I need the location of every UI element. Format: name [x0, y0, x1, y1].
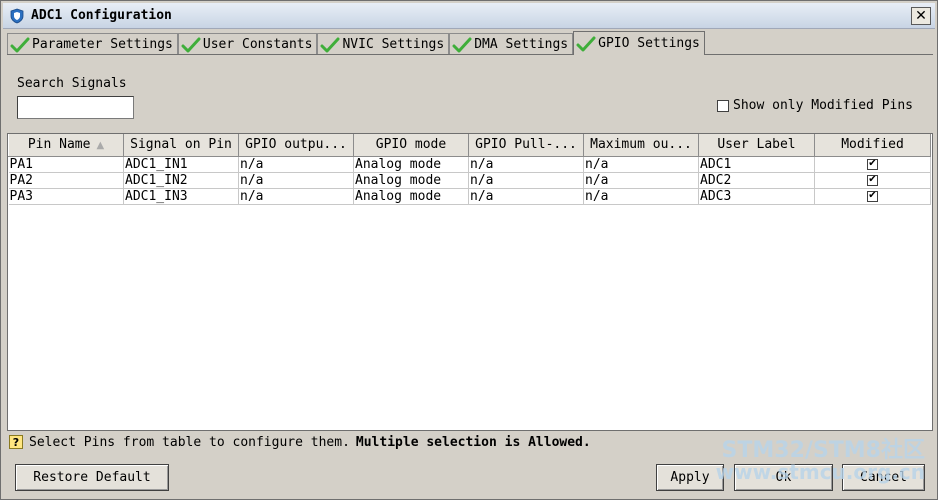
cell-gpio-output: n/a [238, 172, 354, 189]
app-shield-icon [10, 8, 24, 24]
tab-user-constants[interactable]: User Constants [177, 33, 318, 55]
cell-modified: ✔ [814, 188, 931, 205]
ok-button[interactable]: Ok [734, 464, 833, 491]
green-check-icon [452, 37, 472, 52]
cell-pin-name: PA3 [8, 188, 124, 205]
column-header-gpio-mode[interactable]: GPIO mode [353, 134, 469, 157]
restore-default-button[interactable]: Restore Default [15, 464, 169, 491]
cell-modified: ✔ [814, 156, 931, 173]
column-header-signal[interactable]: Signal on Pin [123, 134, 239, 157]
cancel-button[interactable]: Cancel [842, 464, 925, 491]
apply-button[interactable]: Apply [656, 464, 724, 491]
show-modified-checkbox[interactable] [717, 99, 729, 112]
sort-ascending-icon: ▲ [96, 140, 105, 152]
cell-user-label: ADC1 [698, 156, 815, 173]
cell-gpio-mode: Analog mode [353, 188, 469, 205]
cell-gpio-pull: n/a [468, 188, 584, 205]
modified-checkbox: ✔ [867, 190, 878, 202]
hint-text: Select Pins from table to configure them… [29, 434, 350, 450]
column-header-user-label[interactable]: User Label [698, 134, 815, 157]
cell-gpio-mode: Analog mode [353, 156, 469, 173]
help-icon: ? [9, 435, 23, 449]
cell-gpio-pull: n/a [468, 156, 584, 173]
cell-pin-name: PA2 [8, 172, 124, 189]
modified-checkbox: ✔ [867, 158, 878, 170]
cell-max-output: n/a [583, 156, 699, 173]
green-check-icon [320, 37, 340, 52]
table-header-row: Pin Name ▲ Signal on Pin GPIO outpu... GP… [8, 134, 931, 157]
cell-gpio-output: n/a [238, 156, 354, 173]
show-modified-label: Show only Modified Pins [733, 98, 914, 113]
tab-label: GPIO Settings [598, 36, 700, 51]
column-header-modified[interactable]: Modified [814, 134, 931, 157]
tab-gpio-settings[interactable]: GPIO Settings [573, 31, 705, 55]
hint-bold-text: Multiple selection is Allowed. [355, 434, 591, 450]
column-header-gpio-pull[interactable]: GPIO Pull-... [468, 134, 584, 157]
show-modified-toggle[interactable]: Show only Modified Pins [717, 98, 913, 113]
dialog-window: ADC1 Configuration ✕ Parameter Settings … [0, 0, 938, 500]
hint-bar: ? Select Pins from table to configure th… [7, 432, 933, 452]
table-row[interactable]: PA2 ADC1_IN2 n/a Analog mode n/a n/a ADC… [8, 172, 931, 189]
tab-label: Parameter Settings [32, 37, 173, 52]
cell-max-output: n/a [583, 188, 699, 205]
cell-user-label: ADC3 [698, 188, 815, 205]
green-check-icon [576, 36, 596, 51]
column-header-gpio-output[interactable]: GPIO outpu... [238, 134, 354, 157]
search-input[interactable] [17, 96, 134, 119]
pin-table[interactable]: Pin Name ▲ Signal on Pin GPIO outpu... GP… [7, 133, 933, 431]
column-header-pin-name[interactable]: Pin Name ▲ [8, 134, 124, 157]
tab-label: NVIC Settings [342, 37, 445, 52]
close-button[interactable]: ✕ [911, 7, 931, 25]
cell-pin-name: PA1 [8, 156, 124, 173]
modified-checkbox: ✔ [867, 174, 878, 186]
green-check-icon [10, 37, 30, 52]
search-label: Search Signals [17, 76, 127, 91]
cell-signal: ADC1_IN2 [123, 172, 239, 189]
tab-dma-settings[interactable]: DMA Settings [449, 33, 574, 55]
window-title: ADC1 Configuration [31, 8, 172, 23]
title-bar[interactable]: ADC1 Configuration ✕ [3, 3, 935, 29]
table-row[interactable]: PA3 ADC1_IN3 n/a Analog mode n/a n/a ADC… [8, 188, 931, 205]
column-header-max-output[interactable]: Maximum ou... [583, 134, 699, 157]
cell-gpio-output: n/a [238, 188, 354, 205]
cell-signal: ADC1_IN1 [123, 156, 239, 173]
tab-label: User Constants [202, 37, 313, 52]
table-row[interactable]: PA1 ADC1_IN1 n/a Analog mode n/a n/a ADC… [8, 156, 931, 173]
tab-parameter-settings[interactable]: Parameter Settings [7, 33, 178, 55]
tab-nvic-settings[interactable]: NVIC Settings [317, 33, 450, 55]
tab-bar: Parameter Settings User Constants NVIC S… [7, 31, 705, 55]
close-icon: ✕ [915, 8, 927, 24]
cell-max-output: n/a [583, 172, 699, 189]
cell-signal: ADC1_IN3 [123, 188, 239, 205]
cell-gpio-pull: n/a [468, 172, 584, 189]
cell-user-label: ADC2 [698, 172, 815, 189]
green-check-icon [181, 37, 201, 52]
tab-label: DMA Settings [474, 37, 569, 52]
cell-gpio-mode: Analog mode [353, 172, 469, 189]
cell-modified: ✔ [814, 172, 931, 189]
